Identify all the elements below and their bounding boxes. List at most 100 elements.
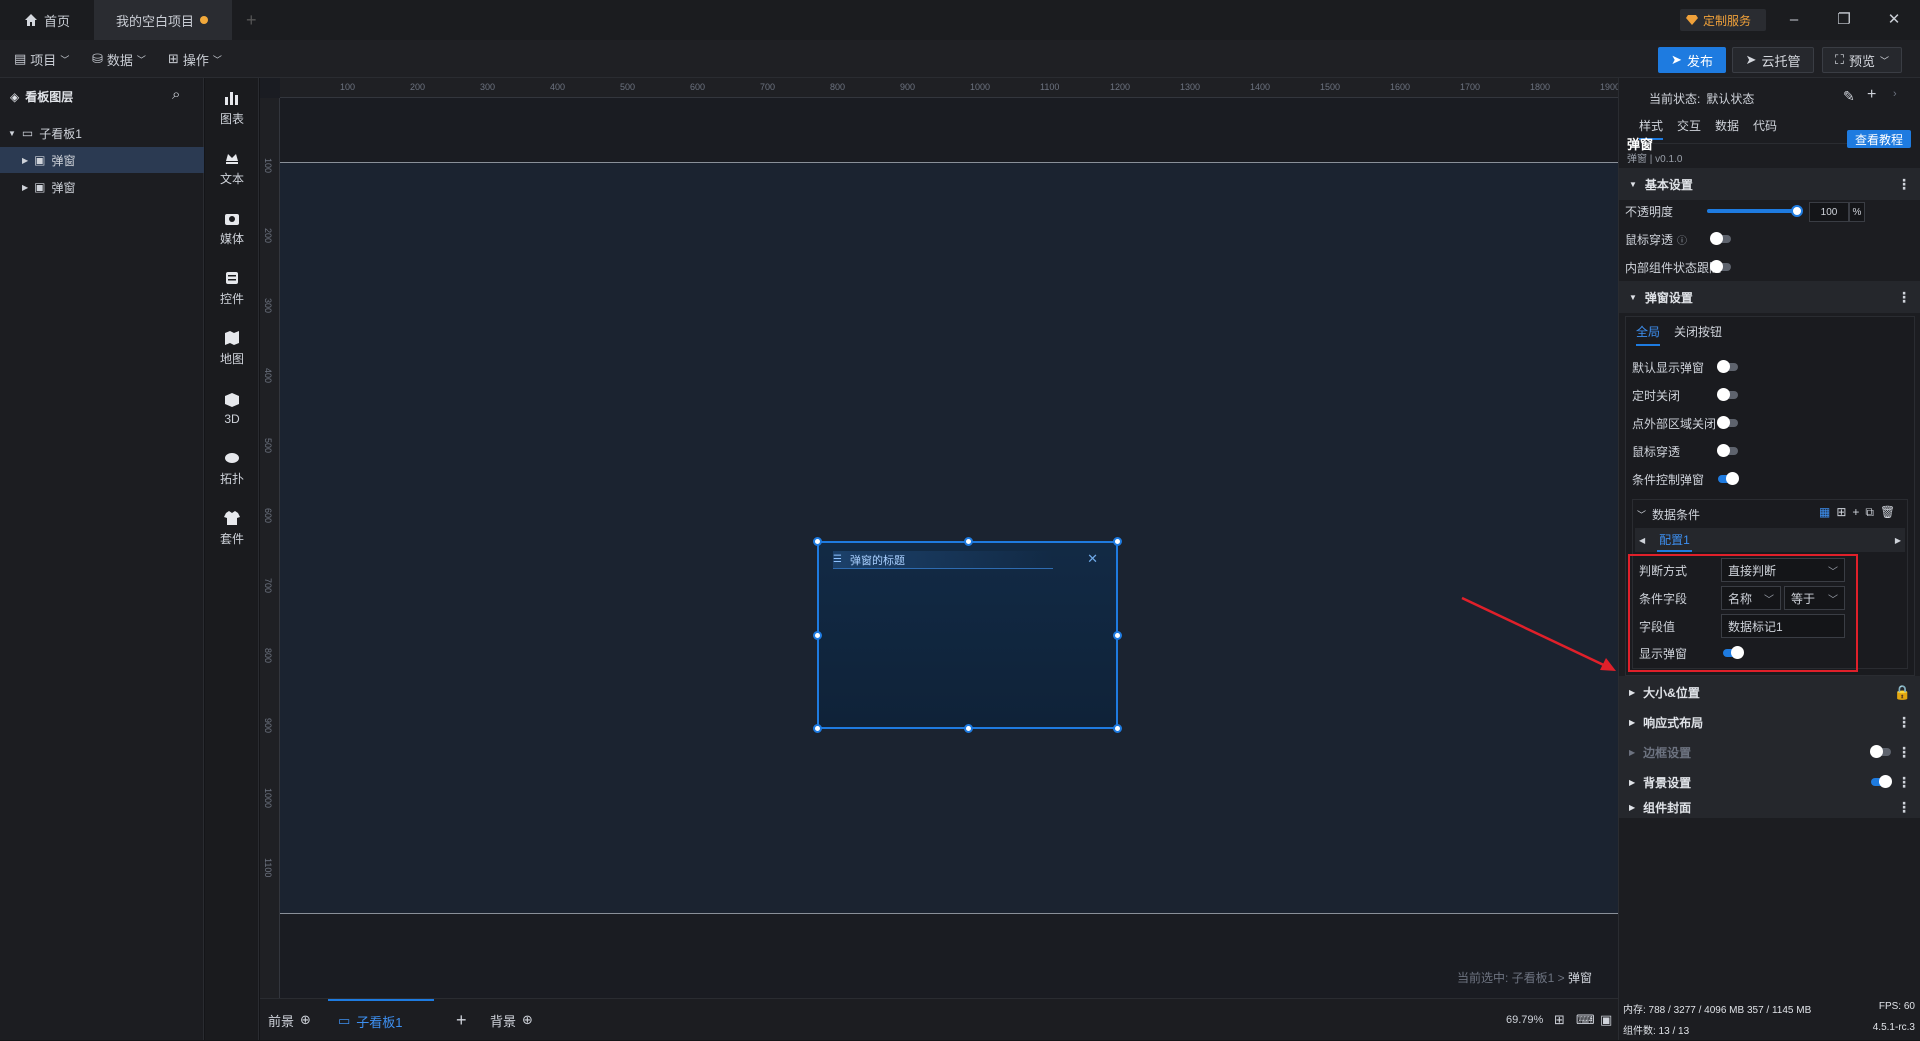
new-tab-button[interactable]: + (246, 0, 266, 40)
ruler-tick-label: 1000 (263, 788, 273, 809)
section-cover[interactable]: ▶ 组件封面 ⋮ (1619, 796, 1920, 818)
tutorial-button[interactable]: 查看教程 (1847, 130, 1911, 148)
layer-root[interactable]: ▼ ▭ 子看板1 (0, 120, 204, 146)
restore-icon[interactable]: ❐ (1834, 10, 1854, 30)
comp-chart[interactable]: 图表 (205, 80, 259, 136)
preview-button[interactable]: ⛶ 预览 ﹀ (1822, 47, 1902, 73)
add-circle-icon[interactable]: ⊕ (522, 1012, 533, 1028)
inner-follow-label: 内部组件状态跟随 (1625, 260, 1722, 275)
resize-handle[interactable] (813, 631, 822, 640)
show-popup-label: 显示弹窗 (1639, 646, 1688, 661)
field-select[interactable]: 名称 ﹀ (1721, 586, 1781, 610)
resize-handle[interactable] (1113, 537, 1122, 546)
judge-select[interactable]: 直接判断 ﹀ (1721, 558, 1845, 582)
subtab-global[interactable]: 全局 (1636, 323, 1661, 346)
more-icon[interactable]: ⋮ (1897, 774, 1911, 791)
add-icon[interactable]: + (1867, 86, 1876, 104)
close-window-icon[interactable]: ✕ (1884, 10, 1904, 30)
popup-mouse-through-toggle[interactable] (1717, 444, 1738, 457)
popup-close-icon[interactable]: ✕ (1087, 551, 1098, 567)
tab-home[interactable]: 首页 (14, 0, 90, 40)
section-basic[interactable]: ▼ 基本设置 ⋮ (1619, 168, 1920, 200)
more-icon[interactable]: ⋮ (1897, 744, 1911, 761)
caret-left-icon[interactable]: ◀ (1639, 536, 1645, 545)
zoom-level[interactable]: 69.79% (1506, 999, 1543, 1041)
border-toggle[interactable] (1870, 745, 1891, 758)
opacity-input[interactable]: 100 (1809, 202, 1849, 222)
menu-project[interactable]: ▤ 项目 ﹀ (14, 49, 69, 69)
condition-control-toggle[interactable] (1718, 472, 1739, 485)
click-outside-close-toggle[interactable] (1717, 416, 1738, 429)
add-circle-icon[interactable]: ⊕ (300, 1012, 311, 1028)
menu-operate[interactable]: ⊞ 操作 ﹀ (168, 49, 222, 69)
copy-icon[interactable]: ⧉ (1865, 505, 1874, 520)
resize-handle[interactable] (813, 537, 822, 546)
comp-control[interactable]: 控件 (205, 260, 259, 316)
search-icon[interactable]: ⌕ (172, 86, 180, 103)
menu-data[interactable]: ⛁ 数据 ﹀ (92, 49, 146, 69)
timed-close-toggle[interactable] (1717, 388, 1738, 401)
state-value[interactable]: 默认状态 (1706, 90, 1754, 107)
layer-item[interactable]: ▶ ▣ 弹窗 (0, 147, 204, 173)
table-icon[interactable]: ▦ (1819, 505, 1830, 520)
data-condition-header[interactable]: ﹀ 数据条件 (1637, 506, 1700, 523)
add-icon[interactable]: + (1852, 505, 1859, 520)
layout-icon[interactable]: ⊞ (1836, 505, 1846, 520)
fit-screen-icon[interactable]: ⊞ (1554, 999, 1565, 1041)
resize-handle[interactable] (1113, 724, 1122, 733)
add-board-button[interactable]: + (456, 999, 467, 1041)
tab-data[interactable]: 数据 (1715, 117, 1739, 140)
comp-3d[interactable]: 3D (205, 380, 259, 436)
tab-background[interactable]: 背景 ⊕ (490, 999, 533, 1041)
section-responsive[interactable]: ▶ 响应式布局 ⋮ (1619, 706, 1920, 738)
console-icon[interactable]: ▣ (1600, 999, 1612, 1041)
subtab-close-button[interactable]: 关闭按钮 (1674, 323, 1722, 346)
keyboard-icon[interactable]: ⌨ (1576, 999, 1595, 1041)
background-toggle[interactable] (1871, 775, 1892, 788)
caret-right-icon[interactable]: ▶ (1895, 536, 1901, 545)
tab-project[interactable]: 我的空白项目 (94, 0, 232, 40)
canvas[interactable]: 100 200 300 400 500 600 700 800 900 1000 1100 1200 1… (260, 78, 1618, 998)
delete-icon[interactable]: 🗑 (1880, 505, 1895, 520)
opacity-slider[interactable] (1707, 205, 1803, 217)
edit-icon[interactable]: ✎ (1843, 88, 1855, 105)
value-input[interactable]: 数据标记1 (1721, 614, 1845, 638)
mouse-through-toggle[interactable] (1710, 232, 1731, 245)
resize-handle[interactable] (964, 724, 973, 733)
tab-board[interactable]: ▭ 子看板1 (328, 999, 434, 1041)
popup-component[interactable]: ☰ 弹窗的标题 ✕ (813, 537, 1122, 733)
board[interactable]: ☰ 弹窗的标题 ✕ (280, 162, 1618, 914)
chevron-right-icon[interactable]: › (1893, 88, 1897, 100)
custom-service-button[interactable]: 定制服务 (1680, 9, 1766, 31)
comp-topology[interactable]: 拓扑 (205, 440, 259, 496)
resize-handle[interactable] (1113, 631, 1122, 640)
minimize-icon[interactable]: – (1784, 10, 1804, 30)
cloud-button[interactable]: ➤ 云托管 (1732, 47, 1814, 73)
section-popup[interactable]: ▼ 弹窗设置 ⋮ (1619, 281, 1920, 313)
comp-kit[interactable]: 套件 (205, 500, 259, 556)
bottom-bar: 前景 ⊕ ▭ 子看板1 + 背景 ⊕ 69.79% ⊞ ⌨ ▣ (260, 998, 1618, 1040)
more-icon[interactable]: ⋮ (1897, 799, 1911, 816)
opacity-slider-knob[interactable] (1791, 205, 1803, 217)
comp-map[interactable]: 地图 (205, 320, 259, 376)
more-icon[interactable]: ⋮ (1897, 714, 1911, 731)
tab-interaction[interactable]: 交互 (1677, 117, 1701, 140)
resize-handle[interactable] (813, 724, 822, 733)
layer-item[interactable]: ▶ ▣ 弹窗 (0, 174, 204, 200)
more-icon[interactable]: ⋮ (1897, 176, 1911, 193)
tab-front[interactable]: 前景 ⊕ (268, 999, 311, 1041)
resize-handle[interactable] (964, 537, 973, 546)
comp-text[interactable]: 文本 (205, 140, 259, 196)
tab-code[interactable]: 代码 (1753, 117, 1777, 140)
default-show-toggle[interactable] (1717, 360, 1738, 373)
inner-follow-toggle[interactable] (1710, 260, 1731, 273)
operator-select[interactable]: 等于 ﹀ (1784, 586, 1845, 610)
help-icon[interactable]: ⓘ (1677, 232, 1687, 247)
config-tab-1[interactable]: 配置1 (1657, 529, 1692, 552)
section-size-position[interactable]: ▶ 大小&位置 🔒 (1619, 676, 1920, 708)
show-popup-toggle[interactable] (1723, 646, 1744, 659)
more-icon[interactable]: ⋮ (1897, 289, 1911, 306)
lock-icon[interactable]: 🔒 (1894, 684, 1911, 701)
comp-media[interactable]: 媒体 (205, 200, 259, 256)
publish-button[interactable]: ➤ 发布 (1658, 47, 1726, 73)
